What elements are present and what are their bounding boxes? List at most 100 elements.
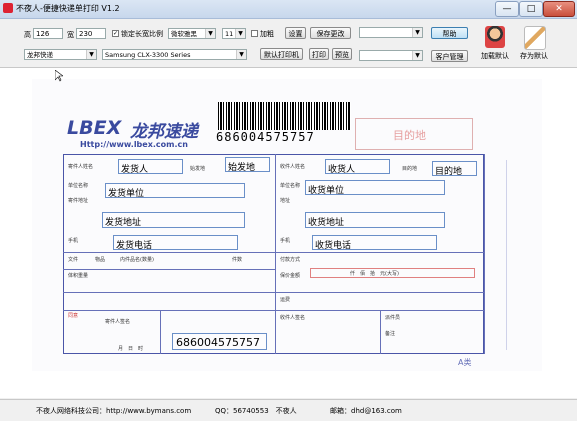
insured-label: 保价金额 — [280, 273, 301, 279]
carrier-logo-cn: 龙邦速递 — [130, 122, 198, 142]
sender-company-field[interactable]: 发货单位 — [105, 183, 245, 199]
dest-code-label: 目的地 — [402, 166, 418, 172]
receiver-company-value: 收货单位 — [308, 186, 345, 196]
chevron-down-icon: ▼ — [235, 29, 245, 38]
height-input[interactable]: 126 — [33, 28, 63, 39]
bold-checkbox[interactable] — [251, 30, 258, 37]
form-divider — [275, 154, 276, 354]
tracking-number-lower: 686004575757 — [176, 336, 260, 349]
sender-name-value: 发货人 — [121, 165, 149, 175]
barcode — [218, 102, 351, 130]
printer-select[interactable]: Samsung CLX-3300 Series ▼ — [102, 49, 247, 60]
font-size-select[interactable]: 11 ▼ — [222, 28, 246, 39]
printer-value: Samsung CLX-3300 Series — [105, 51, 191, 59]
customer-select[interactable]: ▼ — [359, 50, 423, 61]
form-divider — [63, 310, 484, 311]
agree-label: 同意 — [68, 313, 79, 319]
origin-value: 始发地 — [228, 163, 256, 173]
receiver-sign-label: 收件人签名 — [280, 315, 306, 321]
tracking-number-field[interactable]: 686004575757 — [172, 333, 267, 350]
load-default-button[interactable]: 加载默认 — [476, 26, 514, 64]
sender-phone-field[interactable]: 发货电话 — [113, 235, 238, 251]
a-class-label: A类 — [458, 358, 472, 367]
form-divider — [63, 269, 275, 270]
receiver-phone-field[interactable]: 收货电话 — [312, 235, 437, 251]
save-changes-button[interactable]: 保存更改 — [310, 27, 351, 39]
fee-label: 运费 — [280, 297, 291, 303]
load-default-label: 加载默认 — [481, 52, 509, 60]
settings-button[interactable]: 设置 — [285, 27, 306, 39]
print-button[interactable]: 打印 — [309, 48, 329, 60]
chevron-down-icon: ▼ — [86, 50, 96, 59]
maximize-button[interactable]: □ — [519, 1, 543, 17]
receiver-name-field[interactable]: 收货人 — [325, 159, 390, 175]
window-title: 不夜人-便捷快递单打印 V1.2 — [16, 4, 120, 13]
receiver-phone-label: 手机 — [280, 238, 291, 244]
chevron-down-icon: ▼ — [205, 29, 215, 38]
receiver-company-field[interactable]: 收货单位 — [305, 180, 445, 196]
font-size-value: 11 — [225, 30, 234, 38]
weight-label: 体积重量 — [68, 273, 89, 279]
carrier-value: 龙邦快递 — [27, 51, 53, 59]
status-bar: 不夜人网络科技公司：http://www.bymans.com QQ：56740… — [0, 399, 577, 421]
tracking-number: 686004575757 — [216, 130, 315, 144]
receiver-phone-value: 收货电话 — [315, 241, 352, 251]
customer-management-button[interactable]: 客户管理 — [431, 50, 468, 62]
sender-phone-label: 手机 — [68, 238, 79, 244]
default-printer-button[interactable]: 默认打印机 — [260, 48, 303, 60]
goods-label: 物品 — [95, 257, 106, 263]
status-qq: QQ：56740553 不夜人 — [215, 407, 297, 415]
preview-button[interactable]: 预览 — [332, 48, 352, 60]
help-button[interactable]: 帮助 — [431, 27, 468, 39]
chevron-down-icon: ▼ — [412, 51, 422, 60]
width-input[interactable]: 230 — [76, 28, 106, 39]
receiver-company-label: 单位名称 — [280, 183, 301, 189]
title-bar: 不夜人-便捷快递单打印 V1.2 — □ ✕ — [0, 0, 577, 19]
count-label: 件数 — [232, 257, 243, 263]
receiver-address-label: 地址 — [280, 198, 291, 204]
height-label: 高 — [24, 31, 31, 39]
file-label: 文件 — [68, 257, 79, 263]
origin-field[interactable]: 始发地 — [225, 157, 270, 173]
font-select[interactable]: 微软雅黑 ▼ — [168, 28, 216, 39]
sender-company-value: 发货单位 — [108, 189, 145, 199]
chevron-down-icon: ▼ — [236, 50, 246, 59]
form-divider — [160, 310, 161, 354]
toolbar: 高 126 宽 230 ✓ 锁定长宽比例 微软雅黑 ▼ 11 ▼ 加粗 设置 保存更… — [0, 19, 577, 68]
sender-name-field[interactable]: 发货人 — [118, 159, 183, 175]
receiver-name-value: 收货人 — [328, 165, 356, 175]
sender-name-label: 寄件人姓名 — [68, 164, 94, 170]
destination-value: 目的地 — [435, 167, 463, 177]
sender-phone-value: 发货电话 — [116, 241, 153, 251]
lock-ratio-checkbox[interactable]: ✓ — [112, 30, 119, 37]
close-button[interactable]: ✕ — [543, 1, 575, 17]
amount-label: 仟 佰 拾 元(大写) — [350, 271, 399, 277]
chevron-down-icon: ▼ — [412, 28, 422, 37]
destination-field[interactable]: 目的地 — [432, 161, 477, 177]
carrier-select[interactable]: 龙邦快递 ▼ — [24, 49, 97, 60]
pencil-icon — [524, 26, 546, 50]
save-default-button[interactable]: 存为默认 — [515, 26, 553, 64]
minimize-button[interactable]: — — [495, 1, 519, 17]
bold-label: 加粗 — [260, 30, 274, 38]
font-value: 微软雅黑 — [171, 30, 197, 38]
goods-name-label: 内件品名(数量) — [120, 257, 154, 263]
sender-address-value: 发货地址 — [105, 218, 142, 228]
carrier-website: Http://www.lbex.com.cn — [80, 140, 188, 149]
width-label: 宽 — [67, 31, 74, 39]
lock-ratio-label: 锁定长宽比例 — [121, 30, 163, 38]
save-default-label: 存为默认 — [520, 52, 548, 60]
form-divider — [63, 292, 484, 293]
receiver-address-field[interactable]: 收货地址 — [305, 212, 445, 228]
origin-code-label: 始发地 — [190, 166, 206, 172]
remark-label: 备注 — [385, 331, 396, 337]
sender-address-field[interactable]: 发货地址 — [102, 212, 245, 228]
destination-header: 目的地 — [393, 129, 426, 142]
form-divider — [63, 252, 484, 253]
sender-sign-label: 寄件人签名 — [105, 319, 131, 325]
form-divider — [380, 310, 381, 354]
status-email: 邮箱：dhd@163.com — [330, 407, 402, 415]
user-icon — [485, 26, 505, 48]
sender-company-label: 单位名称 — [68, 183, 89, 189]
template-select[interactable]: ▼ — [359, 27, 423, 38]
